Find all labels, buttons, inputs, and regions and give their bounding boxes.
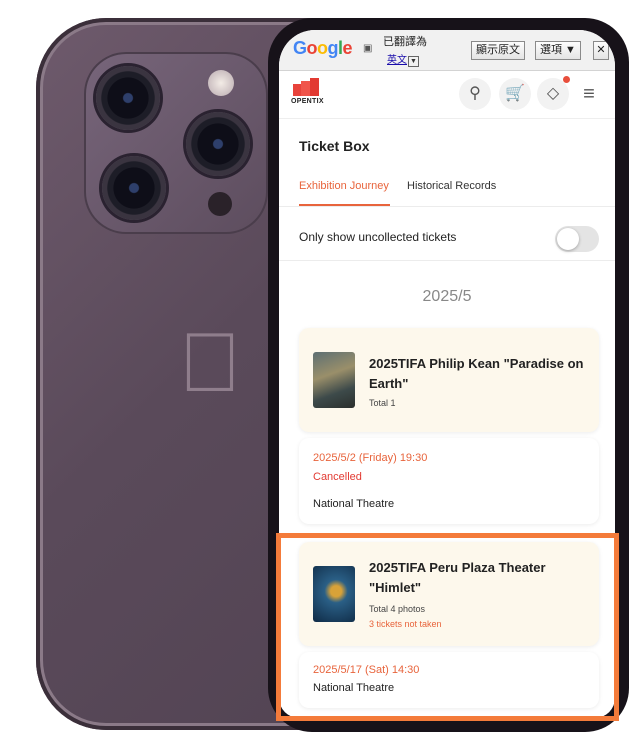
google-translate-bar: Google ▣ 已翻譯為 英文 ▼ 顯示原文 選項 ▼ ✕ — [279, 30, 615, 71]
status-badge: Cancelled — [313, 471, 362, 483]
notification-dot — [563, 76, 570, 83]
tab-bar: Exhibition Journey Historical Records — [279, 174, 615, 207]
toggle-label: Only show uncollected tickets — [299, 230, 457, 244]
flash-icon — [208, 70, 234, 96]
show-original-button[interactable]: 顯示原文 — [471, 41, 525, 60]
session-date: 2025/5/2 (Friday) 19:30 — [313, 452, 428, 464]
logo-letter: o — [317, 38, 328, 58]
apple-logo-icon:  — [172, 316, 248, 408]
event-title: 2025TIFA Philip Kean "Paradise on Earth" — [369, 356, 584, 391]
logo-letter: g — [327, 38, 339, 58]
camera-lens-icon — [96, 66, 160, 130]
lidar-icon — [208, 192, 232, 216]
logo-letter: G — [293, 38, 307, 58]
active-tab-indicator — [299, 204, 390, 206]
camera-lens-icon — [102, 156, 166, 220]
logo-letter: e — [342, 38, 353, 58]
tab-historical-records[interactable]: Historical Records — [407, 180, 496, 192]
cart-icon[interactable]: 🛒 — [499, 78, 531, 110]
logo-letter: o — [306, 38, 318, 58]
language-value: 英文 — [387, 55, 407, 66]
event-session[interactable]: 2025/5/2 (Friday) 19:30 Cancelled Nation… — [299, 438, 599, 524]
opentix-logo-icon[interactable] — [293, 78, 319, 96]
camera-lens-icon — [186, 112, 250, 176]
close-icon[interactable]: ✕ — [593, 41, 609, 60]
uncollected-filter-row: Only show uncollected tickets — [279, 218, 615, 261]
uncollected-toggle[interactable] — [555, 226, 599, 252]
event-card[interactable]: 2025TIFA Philip Kean "Paradise on Earth"… — [299, 328, 599, 432]
highlight-box — [276, 533, 619, 721]
ticket-total: Total 1 — [369, 398, 396, 408]
camera-module — [84, 52, 268, 234]
toggle-knob — [557, 228, 579, 250]
chevron-down-icon: ▼ — [408, 56, 419, 67]
tab-exhibition-journey[interactable]: Exhibition Journey — [299, 180, 389, 192]
search-icon[interactable]: ⚲ — [459, 78, 491, 110]
month-heading: 2025/5 — [422, 288, 472, 305]
venue: National Theatre — [313, 498, 395, 510]
site-header: OPENTIX ⚲ 🛒 ◇ ≡ — [279, 70, 615, 119]
google-logo: Google — [293, 38, 353, 59]
translated-label: 已翻譯為 — [383, 36, 427, 48]
event-poster — [313, 352, 355, 408]
options-button[interactable]: 選項 ▼ — [535, 41, 581, 60]
lock-icon: ▣ — [363, 43, 373, 54]
brand-name: OPENTIX — [291, 98, 324, 105]
language-select[interactable]: 英文 ▼ — [387, 51, 419, 67]
menu-icon[interactable]: ≡ — [573, 78, 605, 110]
ticket-icon[interactable]: ◇ — [537, 78, 569, 110]
page-title: Ticket Box — [299, 138, 370, 154]
